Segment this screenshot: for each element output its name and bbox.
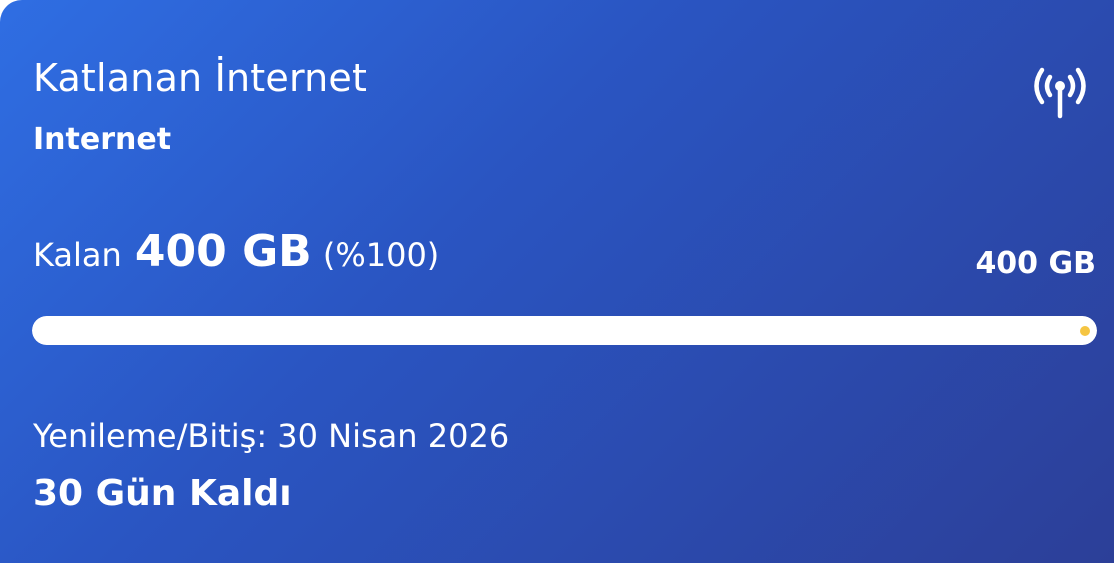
- internet-package-card[interactable]: Katlanan İnternet Internet Kalan 400 GB …: [0, 0, 1114, 563]
- remaining-percent: (%100): [322, 236, 440, 274]
- total-quota: 400 GB: [975, 246, 1096, 281]
- remaining-row: Kalan 400 GB (%100): [33, 226, 439, 277]
- package-type: Internet: [33, 122, 172, 157]
- renewal-date: Yenileme/Bitiş: 30 Nisan 2026: [33, 417, 510, 455]
- days-remaining: 30 Gün Kaldı: [33, 473, 292, 514]
- remaining-amount: 400 GB: [134, 226, 312, 277]
- usage-progress-fill: [32, 316, 1097, 345]
- usage-progress-bar: [32, 316, 1097, 345]
- remaining-label: Kalan: [33, 236, 122, 274]
- antenna-signal-icon: [1034, 67, 1086, 119]
- progress-indicator-dot: [1080, 326, 1090, 336]
- package-title: Katlanan İnternet: [33, 56, 368, 100]
